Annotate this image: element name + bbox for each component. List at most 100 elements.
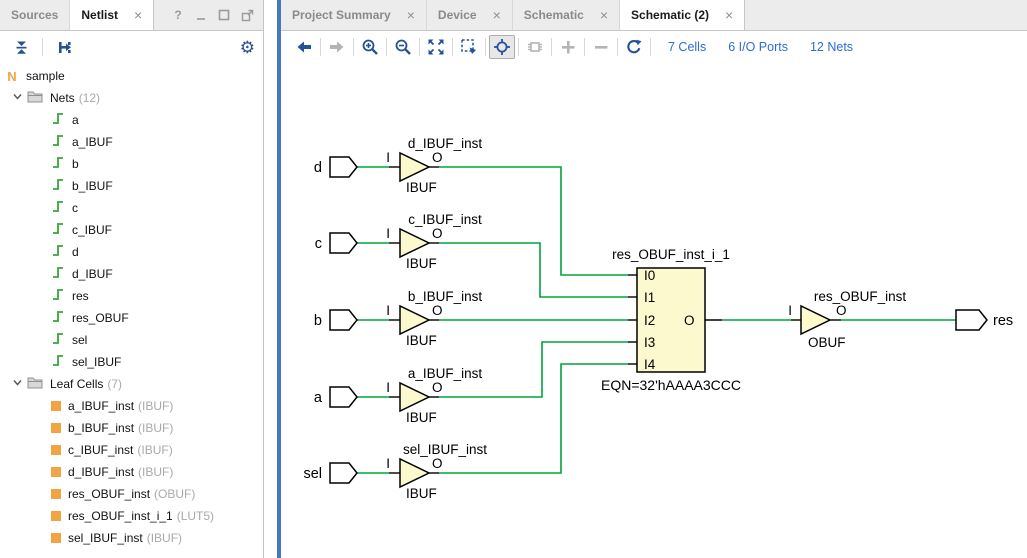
tree-net-d-ibuf[interactable]: d_IBUF [0, 263, 263, 285]
cell-icon [51, 511, 61, 521]
output-port-shape[interactable] [956, 310, 987, 330]
cell-type-label: IBUF [406, 180, 437, 195]
add-to-schematic-icon[interactable] [522, 35, 548, 59]
back-icon[interactable] [291, 35, 317, 59]
zoom-to-selection-icon[interactable] [456, 35, 482, 59]
tree-net-a-ibuf[interactable]: a_IBUF [0, 131, 263, 153]
close-icon[interactable]: × [407, 8, 415, 22]
ibuf-d[interactable]: d_IBUF_inst I O IBUF [386, 136, 482, 195]
tree-cell-b-ibuf-inst[interactable]: b_IBUF_inst(IBUF) [0, 417, 263, 439]
tree-cell-res-obuf-inst[interactable]: res_OBUF_inst(OBUF) [0, 483, 263, 505]
buffer-triangle[interactable] [801, 306, 830, 334]
close-icon[interactable]: × [493, 8, 501, 22]
toolbar-separator [386, 38, 387, 56]
autofit-selection-icon[interactable] [489, 35, 515, 59]
leaf-cells-count: (7) [107, 377, 122, 391]
pin-i-label: I [386, 150, 390, 165]
net-icon [51, 353, 65, 371]
tree-net-a[interactable]: a [0, 109, 263, 131]
tab-label: Schematic [524, 8, 584, 22]
schematic-toolbar: 7 Cells 6 I/O Ports 12 Nets [281, 31, 1027, 64]
expand-cone-icon[interactable] [555, 35, 581, 59]
port-label-a: a [314, 390, 323, 406]
input-port-d[interactable] [330, 157, 357, 177]
tree-net-res[interactable]: res [0, 285, 263, 307]
tab-schematic[interactable]: Schematic × [513, 0, 620, 30]
expand-hierarchy-icon[interactable] [51, 35, 77, 59]
tree-net-c-ibuf[interactable]: c_IBUF [0, 219, 263, 241]
ibuf-sel[interactable]: sel_IBUF_inst I O IBUF [386, 442, 487, 501]
zoom-in-icon[interactable] [357, 35, 383, 59]
close-icon[interactable]: × [600, 8, 608, 22]
cells-count-link[interactable]: 7 Cells [668, 40, 706, 54]
input-port-sel[interactable] [330, 463, 357, 483]
chevron-down-icon[interactable] [12, 377, 23, 391]
tree-net-b-ibuf[interactable]: b_IBUF [0, 175, 263, 197]
zoom-out-icon[interactable] [390, 35, 416, 59]
regenerate-layout-icon[interactable] [621, 35, 647, 59]
tab-project-summary[interactable]: Project Summary × [281, 0, 427, 30]
tree-net-c[interactable]: c [0, 197, 263, 219]
tab-device[interactable]: Device × [427, 0, 513, 30]
minimize-icon[interactable] [194, 8, 208, 22]
cell-icon [51, 401, 61, 411]
input-port-b[interactable] [330, 310, 357, 330]
input-port-c[interactable] [330, 233, 357, 253]
schematic-canvas[interactable]: d c b a sel d_IBUF_inst I O IBUF [281, 63, 1027, 558]
tree-net-res-obuf[interactable]: res_OBUF [0, 307, 263, 329]
cell-type: (IBUF) [147, 531, 182, 545]
tab-netlist[interactable]: Netlist × [70, 0, 154, 30]
folder-icon [27, 376, 43, 392]
help-icon[interactable]: ? [171, 8, 185, 22]
tab-sources[interactable]: Sources [0, 0, 70, 30]
tree-net-sel-ibuf[interactable]: sel_IBUF [0, 351, 263, 373]
zoom-fit-icon[interactable] [423, 35, 449, 59]
float-icon[interactable] [240, 8, 254, 22]
buffer-triangle[interactable] [400, 306, 429, 334]
nets-folder-label: Nets [50, 91, 75, 105]
maximize-icon[interactable] [217, 8, 231, 22]
tree-net-d[interactable]: d [0, 241, 263, 263]
io-ports-count-link[interactable]: 6 I/O Ports [728, 40, 788, 54]
cell-label: a_IBUF_inst [68, 399, 134, 413]
buffer-triangle[interactable] [400, 153, 429, 181]
collapse-all-icon[interactable] [8, 35, 34, 59]
tree-cell-c-ibuf-inst[interactable]: c_IBUF_inst(IBUF) [0, 439, 263, 461]
collapse-cone-icon[interactable] [588, 35, 614, 59]
toolbar-separator [419, 38, 420, 56]
input-port-a[interactable] [330, 387, 357, 407]
pin-i4-label: I4 [644, 357, 656, 372]
port-label-d: d [314, 160, 322, 176]
pin-i1-label: I1 [644, 290, 655, 305]
tab-schematic-2[interactable]: Schematic (2) × [620, 0, 745, 30]
net-label: a [72, 113, 79, 127]
tree-root-sample[interactable]: N sample [0, 65, 263, 87]
tree-cell-res-obuf-inst-i-1[interactable]: res_OBUF_inst_i_1(LUT5) [0, 505, 263, 527]
nets-count-link[interactable]: 12 Nets [810, 40, 853, 54]
close-icon[interactable]: × [134, 8, 142, 22]
ibuf-a[interactable]: a_IBUF_inst I O IBUF [386, 366, 482, 425]
tree-cell-d-ibuf-inst[interactable]: d_IBUF_inst(IBUF) [0, 461, 263, 483]
settings-gear-icon[interactable]: ⚙ [240, 39, 255, 56]
cell-label: res_OBUF_inst_i_1 [68, 509, 173, 523]
tree-net-b[interactable]: b [0, 153, 263, 175]
close-icon[interactable]: × [725, 8, 733, 22]
tree-folder-nets[interactable]: Nets (12) [0, 87, 263, 109]
pin-o-label: O [432, 456, 443, 471]
tree-cell-a-ibuf-inst[interactable]: a_IBUF_inst(IBUF) [0, 395, 263, 417]
pin-o-label: O [836, 303, 847, 318]
tree-cell-sel-ibuf-inst[interactable]: sel_IBUF_inst(IBUF) [0, 527, 263, 549]
pin-i-label: I [386, 380, 390, 395]
buffer-triangle[interactable] [400, 229, 429, 257]
buffer-triangle[interactable] [400, 383, 429, 411]
chevron-down-icon[interactable] [12, 91, 23, 105]
net-icon [51, 331, 65, 349]
buffer-triangle[interactable] [400, 459, 429, 487]
output-port-res[interactable]: res [956, 310, 1013, 330]
pin-i-label: I [386, 456, 390, 471]
ibuf-b[interactable]: b_IBUF_inst I O IBUF [386, 289, 482, 348]
tree-folder-leaf-cells[interactable]: Leaf Cells (7) [0, 373, 263, 395]
forward-icon[interactable] [324, 35, 350, 59]
tree-net-sel[interactable]: sel [0, 329, 263, 351]
ibuf-c[interactable]: c_IBUF_inst I O IBUF [386, 212, 482, 271]
